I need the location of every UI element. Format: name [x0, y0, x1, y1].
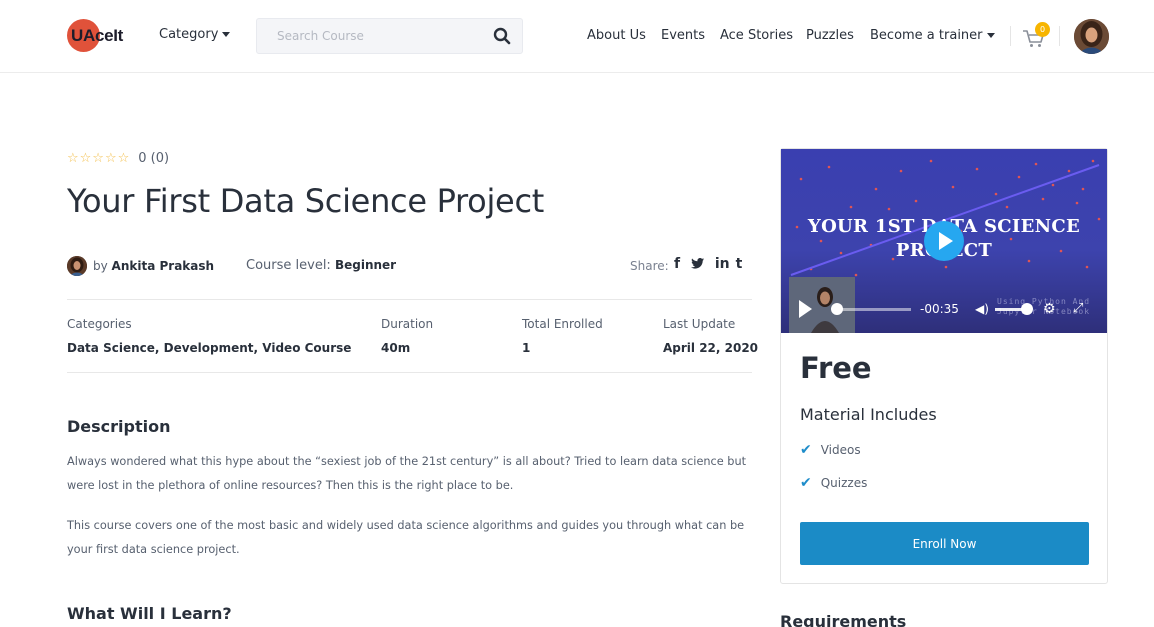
logo-text: UAceIt: [71, 26, 124, 45]
check-icon: ✔: [800, 475, 812, 491]
material-item: ✔ Quizzes: [800, 475, 867, 491]
become-trainer-label: Become a trainer: [870, 28, 983, 43]
star-outline-icon: ☆☆☆☆☆: [67, 151, 131, 166]
search-input[interactable]: [257, 19, 482, 53]
video-time-remaining: -00:35: [920, 302, 959, 316]
course-level-value: Beginner: [334, 258, 397, 272]
meta-categories: Categories Data Science, Development, Vi…: [67, 317, 351, 355]
description-paragraph: This course covers one of the most basic…: [67, 519, 745, 556]
divider: [67, 299, 752, 300]
author-avatar: [67, 256, 87, 276]
course-price: Free: [800, 351, 872, 385]
by-label: by: [93, 259, 108, 273]
facebook-icon[interactable]: f: [674, 256, 680, 272]
volume-knob[interactable]: [1021, 303, 1033, 315]
video-controls: -00:35 ◀) ⚙ ⤢: [781, 295, 1107, 325]
course-level-label: Course level:: [246, 258, 331, 273]
share-icons: f in t: [674, 256, 748, 272]
enroll-now-button[interactable]: Enroll Now: [800, 522, 1089, 565]
requirements-heading: Requirements: [780, 612, 907, 627]
meta-label: Duration: [381, 317, 434, 331]
search-box: [256, 18, 523, 54]
material-item: ✔ Videos: [800, 442, 861, 458]
share-label: Share:: [630, 259, 669, 273]
meta-label: Categories: [67, 317, 132, 331]
course-enroll-card: YOUR 1ST DATA SCIENCE PROJECT Using Pyth…: [780, 148, 1108, 584]
meta-value: 1: [522, 341, 531, 355]
nav-puzzles[interactable]: Puzzles: [806, 28, 854, 43]
play-icon[interactable]: [799, 300, 812, 318]
video-progress-bar[interactable]: [833, 308, 911, 311]
course-rating: ☆☆☆☆☆ 0 (0): [67, 151, 169, 166]
meta-last-update: Last Update April 22, 2020: [663, 317, 758, 355]
nav-events[interactable]: Events: [661, 28, 705, 43]
what-will-i-learn-heading: What Will I Learn?: [67, 604, 232, 623]
meta-value: 40m: [381, 341, 411, 355]
nav-ace-stories[interactable]: Ace Stories: [720, 28, 793, 43]
meta-value: April 22, 2020: [663, 341, 759, 355]
play-button[interactable]: [924, 221, 964, 261]
nav-about-us[interactable]: About Us: [587, 28, 646, 43]
gear-icon[interactable]: ⚙: [1043, 301, 1056, 317]
site-logo[interactable]: UAceIt: [67, 19, 133, 53]
nav-divider: [1059, 26, 1060, 46]
course-level: Course level: Beginner: [246, 258, 396, 273]
description-paragraph: Always wondered what this hype about the…: [67, 455, 747, 492]
site-header: UAceIt Category About Us Events Ace Stor…: [0, 0, 1154, 73]
twitter-icon[interactable]: [686, 256, 709, 272]
category-dropdown[interactable]: Category: [159, 27, 231, 42]
meta-label: Total Enrolled: [522, 317, 603, 331]
description-heading: Description: [67, 417, 171, 436]
meta-value[interactable]: Data Science, Development, Video Course: [67, 341, 351, 355]
course-title: Your First Data Science Project: [67, 182, 544, 220]
material-includes-heading: Material Includes: [800, 405, 937, 424]
divider: [67, 372, 752, 373]
author-name[interactable]: Ankita Prakash: [112, 259, 215, 273]
linkedin-icon[interactable]: in: [715, 256, 730, 272]
nav-divider: [1010, 26, 1011, 46]
author-byline: by Ankita Prakash: [93, 259, 214, 273]
chevron-down-icon: [222, 32, 231, 37]
tumblr-icon[interactable]: t: [736, 256, 743, 272]
search-icon[interactable]: [493, 27, 511, 45]
category-label: Category: [159, 27, 219, 42]
chevron-down-icon: [986, 33, 995, 38]
video-progress-knob[interactable]: [830, 303, 843, 315]
volume-icon[interactable]: ◀): [975, 302, 989, 316]
course-author-row: by Ankita Prakash Course level: Beginner…: [67, 256, 752, 278]
cart-count-badge: 0: [1035, 22, 1050, 37]
user-avatar[interactable]: [1074, 19, 1109, 54]
become-trainer-dropdown[interactable]: Become a trainer: [870, 28, 995, 43]
meta-label: Last Update: [663, 317, 736, 331]
material-item-label: Videos: [820, 443, 861, 457]
check-icon: ✔: [800, 442, 812, 458]
meta-total-enrolled: Total Enrolled 1: [522, 317, 603, 355]
rating-count: 0 (0): [138, 151, 170, 166]
meta-duration: Duration 40m: [381, 317, 433, 355]
fullscreen-icon[interactable]: ⤢: [1073, 301, 1083, 316]
course-video-player[interactable]: YOUR 1ST DATA SCIENCE PROJECT Using Pyth…: [781, 149, 1107, 333]
material-item-label: Quizzes: [820, 476, 868, 490]
